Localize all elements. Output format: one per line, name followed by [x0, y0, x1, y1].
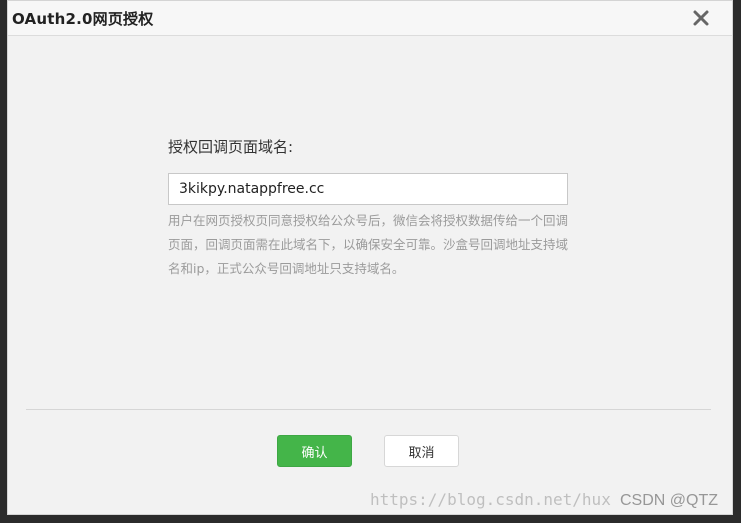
oauth-dialog: OAuth2.0网页授权 授权回调页面域名: 用户在网页授权页同意授权给公众号后…: [7, 0, 733, 515]
dialog-titlebar: OAuth2.0网页授权: [8, 1, 732, 36]
watermark-url: https://blog.csdn.net/hux: [370, 490, 611, 509]
dialog-title: OAuth2.0网页授权: [12, 10, 154, 28]
callback-domain-input[interactable]: [168, 173, 568, 205]
callback-domain-label: 授权回调页面域名:: [168, 138, 294, 156]
watermark-tag: CSDN @QTZ: [620, 492, 719, 509]
footer-divider: [26, 409, 711, 410]
cancel-button[interactable]: 取消: [384, 435, 459, 467]
close-icon[interactable]: [692, 9, 710, 27]
confirm-button[interactable]: 确认: [277, 435, 352, 467]
callback-domain-hint: 用户在网页授权页同意授权给公众号后，微信会将授权数据传给一个回调页面，回调页面需…: [168, 213, 569, 276]
